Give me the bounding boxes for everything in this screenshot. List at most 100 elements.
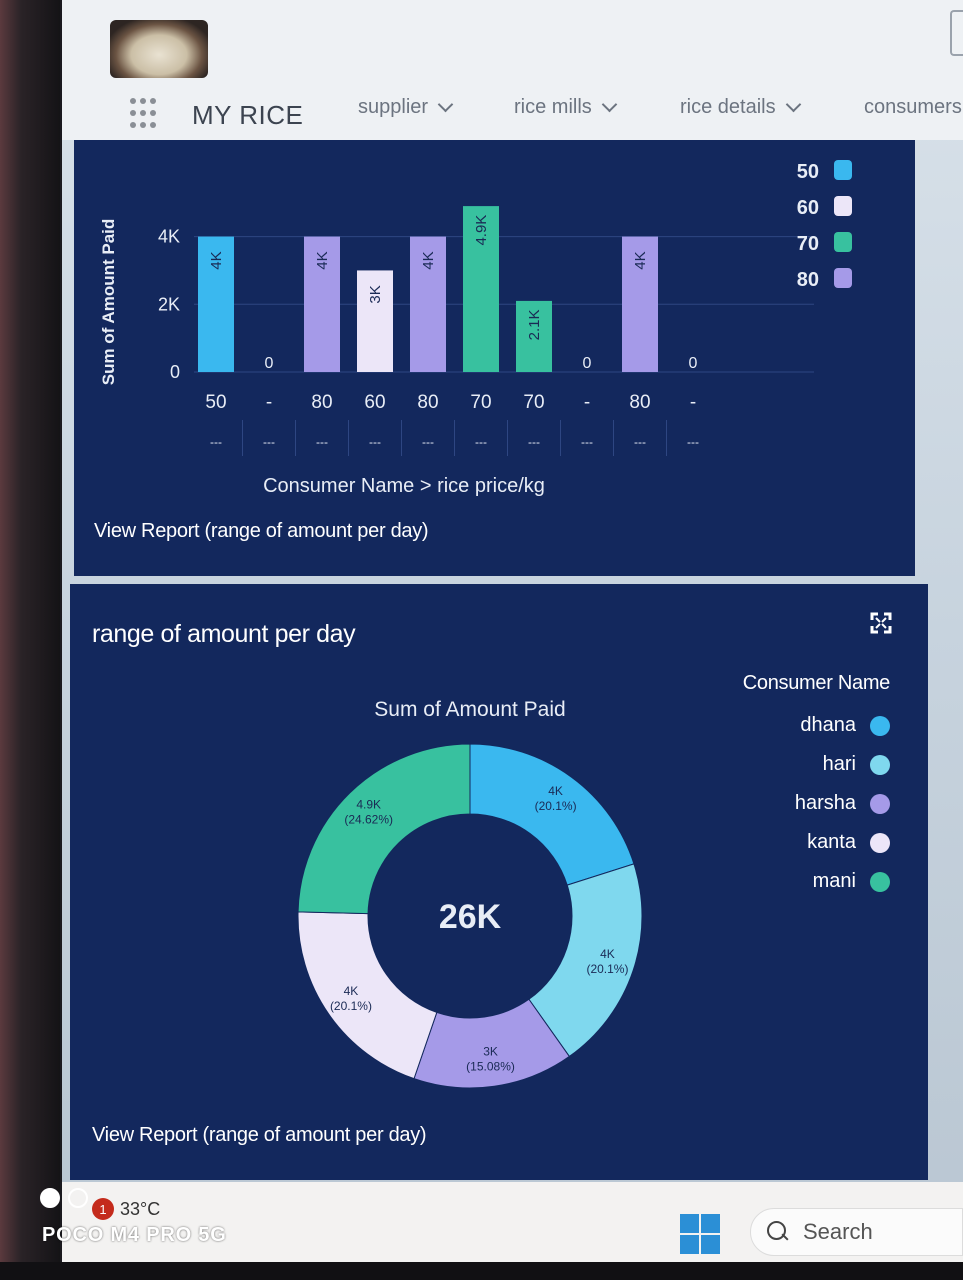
nav-rice-mills[interactable]: rice mills: [514, 96, 618, 119]
x-sub-label: ---: [475, 435, 487, 449]
photo-background: [0, 0, 60, 1280]
legend-item-kanta[interactable]: kanta: [807, 831, 890, 854]
bar-chart-panel: 0 2K 4K Sum of Amount Paid 4K 50 --- 0- --- 4K 80-…: [74, 140, 915, 576]
x-tick-label: 60: [364, 392, 385, 413]
bar-chart: 02K4KSum of Amount Paid 4K50---0----4K80-…: [99, 160, 852, 497]
donut-slice-kanta: [297, 911, 438, 1080]
legend-label: 60: [797, 197, 819, 219]
x-axis-label: Consumer Name > rice price/kg: [263, 475, 545, 497]
donut-chart: Sum of Amount Paid4K(20.1%)4K(20.1%)3K(1…: [297, 698, 643, 1089]
donut-slice-dhana: [469, 743, 635, 886]
browser-screen: MY RICE supplier rice mills rice details…: [62, 0, 963, 1262]
photo-bezel: [0, 1262, 963, 1280]
nav-consumers-label: consumers: [864, 96, 962, 118]
chevron-down-icon: [437, 96, 454, 113]
legend-item-hari[interactable]: hari: [823, 753, 890, 776]
x-sub-label: ---: [316, 435, 328, 449]
x-tick-label: -: [690, 392, 696, 413]
rice-bowl-logo: [110, 20, 208, 78]
camera-dots-icon: [40, 1188, 88, 1208]
y-tick-label: 4K: [158, 227, 180, 247]
x-tick-label: 80: [417, 392, 438, 413]
x-tick-label: 80: [311, 392, 332, 413]
bar-data-label: 4K: [314, 251, 331, 269]
legend-item-label: mani: [812, 870, 856, 892]
legend-dot: [870, 832, 890, 853]
donut-center-total: 26K: [439, 898, 502, 936]
chevron-down-icon: [601, 96, 618, 113]
legend-item-mani[interactable]: mani: [813, 870, 890, 893]
x-tick-label: 70: [523, 392, 544, 413]
pie-panel-title: range of amount per day: [92, 620, 356, 648]
nav-rice-details[interactable]: rice details: [680, 96, 801, 119]
legend-dot: [870, 871, 890, 892]
brand-title: MY RICE: [192, 100, 304, 130]
legend-dot: [870, 715, 890, 736]
legend-dot: [870, 754, 890, 775]
windows-start-icon[interactable]: [680, 1214, 720, 1254]
y-axis-label: Sum of Amount Paid: [99, 219, 118, 386]
slice-value-label: 4K: [600, 947, 615, 961]
nav-supplier-label: supplier: [358, 96, 429, 118]
x-sub-label: ---: [581, 435, 593, 449]
pie-chart-title: Sum of Amount Paid: [374, 698, 565, 721]
search-label: Search: [803, 1219, 873, 1244]
x-tick-label: 70: [470, 392, 491, 413]
slice-percent-label: (20.1%): [535, 799, 577, 813]
nav-consumers[interactable]: consumers: [864, 96, 962, 119]
legend-item-label: kanta: [807, 831, 856, 853]
legend-item-dhana[interactable]: dhana: [800, 714, 890, 737]
chevron-down-icon: [785, 96, 801, 113]
bar-data-label: 4K: [208, 251, 225, 269]
x-sub-label: ---: [210, 435, 222, 449]
nav-rice-details-label: rice details: [680, 96, 776, 118]
bar-data-label: 2.1K: [526, 309, 543, 340]
nav-rice-mills-label: rice mills: [514, 96, 592, 118]
x-sub-label: ---: [687, 435, 699, 449]
taskbar-search[interactable]: Search: [750, 1208, 963, 1256]
y-tick-label: 0: [170, 362, 180, 382]
bar-data-label: 4.9K: [473, 215, 490, 246]
legend-swatch: [834, 232, 852, 252]
bar-data-label: 3K: [367, 285, 384, 303]
x-sub-label: ---: [369, 435, 381, 449]
legend-swatch: [834, 160, 852, 180]
x-tick-label: -: [584, 392, 590, 413]
notification-badge: 1: [92, 1198, 114, 1220]
pie-chart-panel: range of amount per day Sum of Amount Pa…: [70, 584, 928, 1180]
x-sub-label: ---: [634, 435, 646, 449]
view-report-link-pie[interactable]: View Report (range of amount per day): [92, 1124, 427, 1147]
pie-legend-title: Consumer Name: [742, 672, 891, 694]
legend-item-harsha[interactable]: harsha: [795, 792, 890, 815]
slice-percent-label: (15.08%): [466, 1060, 515, 1074]
x-sub-label: ---: [528, 435, 540, 449]
x-tick-label: 80: [629, 392, 650, 413]
bar-data-label: 4K: [632, 251, 649, 269]
pie-legend: Consumer Name dhana hari harsha kanta mani: [670, 672, 891, 902]
x-tick-label: 50: [205, 392, 226, 413]
legend-label: 50: [797, 161, 819, 183]
window-control[interactable]: [950, 10, 963, 56]
legend-dot: [870, 793, 890, 814]
bar-data-label: 0: [583, 355, 592, 372]
bar-data-label: 4K: [420, 251, 437, 269]
slice-value-label: 4.9K: [356, 797, 381, 811]
x-sub-label: ---: [263, 435, 275, 449]
search-icon: [767, 1221, 789, 1243]
legend-label: 80: [797, 269, 819, 291]
y-tick-label: 2K: [158, 294, 180, 314]
legend-item-label: dhana: [800, 714, 856, 736]
legend-item-label: hari: [822, 753, 856, 775]
nav-supplier[interactable]: supplier: [358, 96, 454, 119]
view-report-link-bar[interactable]: View Report (range of amount per day): [94, 520, 429, 543]
legend-label: 70: [797, 233, 819, 255]
temperature-label: 33°C: [120, 1198, 161, 1219]
weather-widget[interactable]: 1 33°C: [92, 1198, 160, 1220]
bar-data-label: 0: [689, 355, 698, 372]
slice-percent-label: (24.62%): [344, 812, 393, 826]
app-grid-icon[interactable]: [130, 98, 162, 130]
donut-slice-mani: [297, 743, 471, 915]
slice-value-label: 4K: [548, 784, 563, 798]
x-sub-label: ---: [422, 435, 434, 449]
expand-icon[interactable]: [870, 612, 892, 634]
